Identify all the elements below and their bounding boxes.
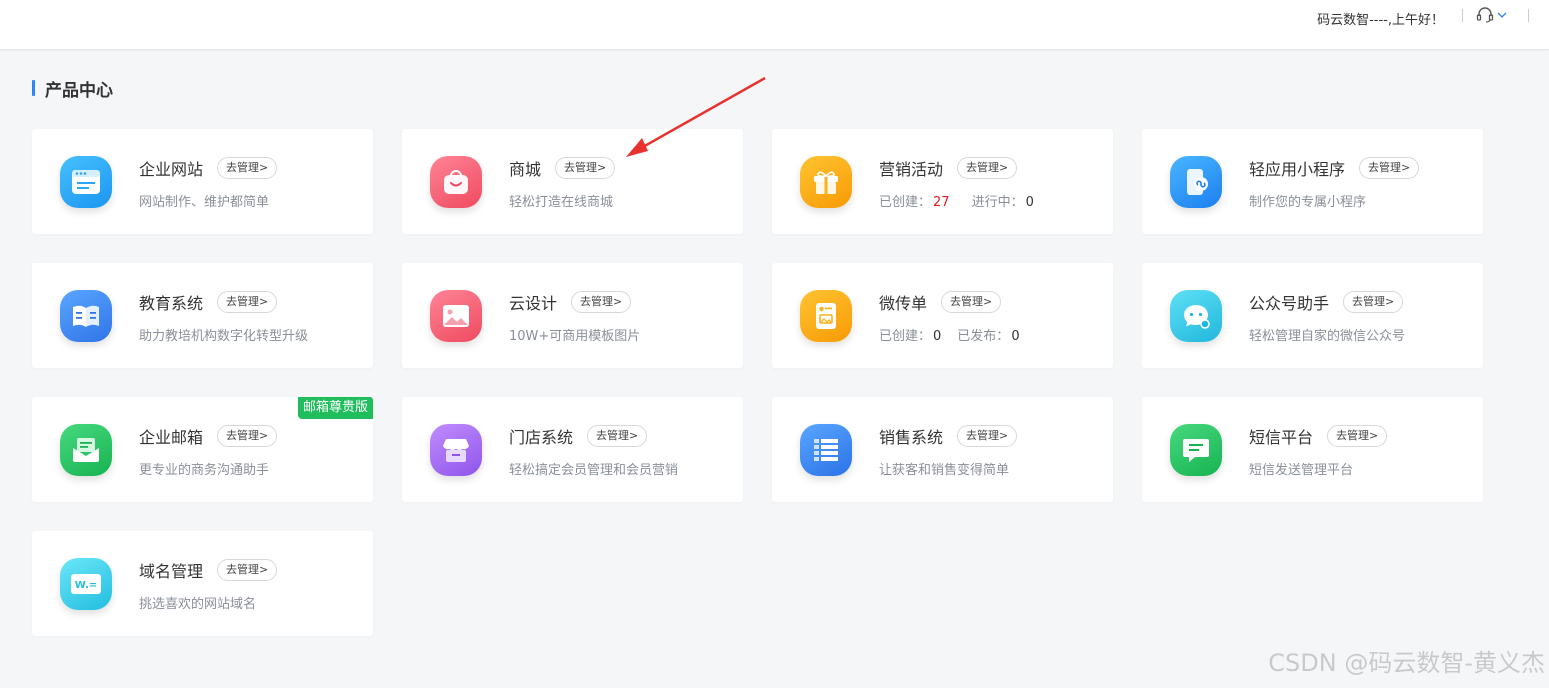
divider — [1528, 9, 1529, 22]
card-title: 门店系统 — [509, 428, 574, 447]
greeting-text: 码云数智----,上午好！ — [1317, 13, 1444, 28]
product-card-flyer[interactable]: 微传单 去管理> 已创建： 0 已发布： 0 — [772, 263, 1113, 368]
card-title: 销售系统 — [879, 428, 944, 447]
customer-service-menu[interactable] — [1476, 6, 1512, 24]
divider — [1462, 9, 1463, 22]
product-card-website[interactable]: 企业网站 去管理> 网站制作、维护都简单 — [32, 129, 373, 234]
manage-button[interactable]: 去管理> — [217, 291, 278, 313]
manage-button[interactable]: 去管理> — [1359, 157, 1420, 179]
card-title: 企业网站 — [139, 160, 204, 179]
card-description: 轻松打造在线商城 — [509, 195, 614, 210]
card-description: 轻松管理自家的微信公众号 — [1249, 329, 1406, 344]
wechat-chat-icon — [1170, 290, 1222, 342]
product-card-mini-program[interactable]: 轻应用小程序 去管理> 制作您的专属小程序 — [1142, 129, 1483, 234]
card-title: 商城 — [509, 160, 542, 179]
product-card-education[interactable]: 教育系统 去管理> 助力教培机构数字化转型升级 — [32, 263, 373, 368]
manage-button[interactable]: 去管理> — [957, 425, 1018, 447]
card-title: 域名管理 — [139, 562, 204, 581]
manage-button[interactable]: 去管理> — [217, 425, 278, 447]
section-title: 产品中心 — [45, 80, 113, 101]
created-count: 0 — [933, 329, 942, 344]
card-title: 公众号助手 — [1249, 294, 1330, 313]
card-description: 网站制作、维护都简单 — [139, 195, 270, 210]
manage-button[interactable]: 去管理> — [555, 157, 616, 179]
book-icon — [60, 290, 112, 342]
card-title: 短信平台 — [1249, 428, 1314, 447]
gift-icon — [800, 156, 852, 208]
mail-icon — [60, 424, 112, 476]
card-stats: 已创建： 27 进行中： 0 — [879, 191, 1034, 210]
manage-button[interactable]: 去管理> — [1343, 291, 1404, 313]
card-title: 营销活动 — [879, 160, 944, 179]
running-count: 0 — [1025, 195, 1034, 210]
manage-button[interactable]: 去管理> — [941, 291, 1002, 313]
manage-button[interactable]: 去管理> — [957, 157, 1018, 179]
card-description: 助力教培机构数字化转型升级 — [139, 329, 309, 344]
list-icon — [800, 424, 852, 476]
headset-icon — [1476, 7, 1494, 23]
card-description: 挑选喜欢的网站域名 — [139, 597, 257, 612]
created-label: 已创建： — [879, 329, 932, 344]
manage-button[interactable]: 去管理> — [217, 157, 278, 179]
card-title: 教育系统 — [139, 294, 204, 313]
product-card-official-account[interactable]: 公众号助手 去管理> 轻松管理自家的微信公众号 — [1142, 263, 1483, 368]
card-description: 轻松搞定会员管理和会员营销 — [509, 463, 679, 478]
product-card-sales[interactable]: 销售系统 去管理> 让获客和销售变得简单 — [772, 397, 1113, 502]
product-card-enterprise-mail[interactable]: 邮箱尊贵版 企业邮箱 去管理> 更专业的商务沟通助手 — [32, 397, 373, 502]
card-description: 更专业的商务沟通助手 — [139, 463, 270, 478]
mini-program-icon — [1170, 156, 1222, 208]
product-card-domain[interactable]: W.= 域名管理 去管理> 挑选喜欢的网站域名 — [32, 531, 373, 636]
manage-button[interactable]: 去管理> — [1327, 425, 1388, 447]
sms-icon — [1170, 424, 1222, 476]
svg-text:W.=: W.= — [75, 580, 97, 591]
product-card-mall[interactable]: 商城 去管理> 轻松打造在线商城 — [402, 129, 743, 234]
product-card-marketing[interactable]: 营销活动 去管理> 已创建： 27 进行中： 0 — [772, 129, 1113, 234]
domain-icon: W.= — [60, 558, 112, 610]
running-label: 进行中： — [971, 195, 1024, 210]
section-header: 产品中心 — [32, 77, 113, 101]
premium-badge: 邮箱尊贵版 — [297, 397, 373, 419]
flyer-icon — [800, 290, 852, 342]
manage-button[interactable]: 去管理> — [587, 425, 648, 447]
store-icon — [430, 424, 482, 476]
card-description: 10W+可商用模板图片 — [509, 329, 641, 344]
product-card-cloud-design[interactable]: 云设计 去管理> 10W+可商用模板图片 — [402, 263, 743, 368]
card-title: 轻应用小程序 — [1249, 160, 1346, 179]
card-description: 让获客和销售变得简单 — [879, 463, 1010, 478]
product-card-sms[interactable]: 短信平台 去管理> 短信发送管理平台 — [1142, 397, 1483, 502]
watermark: CSDN @码云数智-黄义杰 — [1268, 649, 1545, 677]
top-bar: 码云数智----,上午好！ — [0, 0, 1549, 50]
manage-button[interactable]: 去管理> — [217, 559, 278, 581]
card-description: 制作您的专属小程序 — [1249, 195, 1367, 210]
created-label: 已创建： — [879, 195, 932, 210]
card-title: 企业邮箱 — [139, 428, 204, 447]
card-stats: 已创建： 0 已发布： 0 — [879, 325, 1020, 344]
card-title: 云设计 — [509, 294, 558, 313]
created-count: 27 — [933, 195, 950, 210]
shopping-bag-icon — [430, 156, 482, 208]
published-label: 已发布： — [957, 329, 1010, 344]
card-description: 短信发送管理平台 — [1249, 463, 1354, 478]
section-accent-bar — [32, 80, 35, 96]
published-count: 0 — [1011, 329, 1020, 344]
chevron-down-icon — [1497, 12, 1507, 18]
image-icon — [430, 290, 482, 342]
product-card-store[interactable]: 门店系统 去管理> 轻松搞定会员管理和会员营销 — [402, 397, 743, 502]
manage-button[interactable]: 去管理> — [571, 291, 632, 313]
card-title: 微传单 — [879, 294, 928, 313]
website-icon — [60, 156, 112, 208]
